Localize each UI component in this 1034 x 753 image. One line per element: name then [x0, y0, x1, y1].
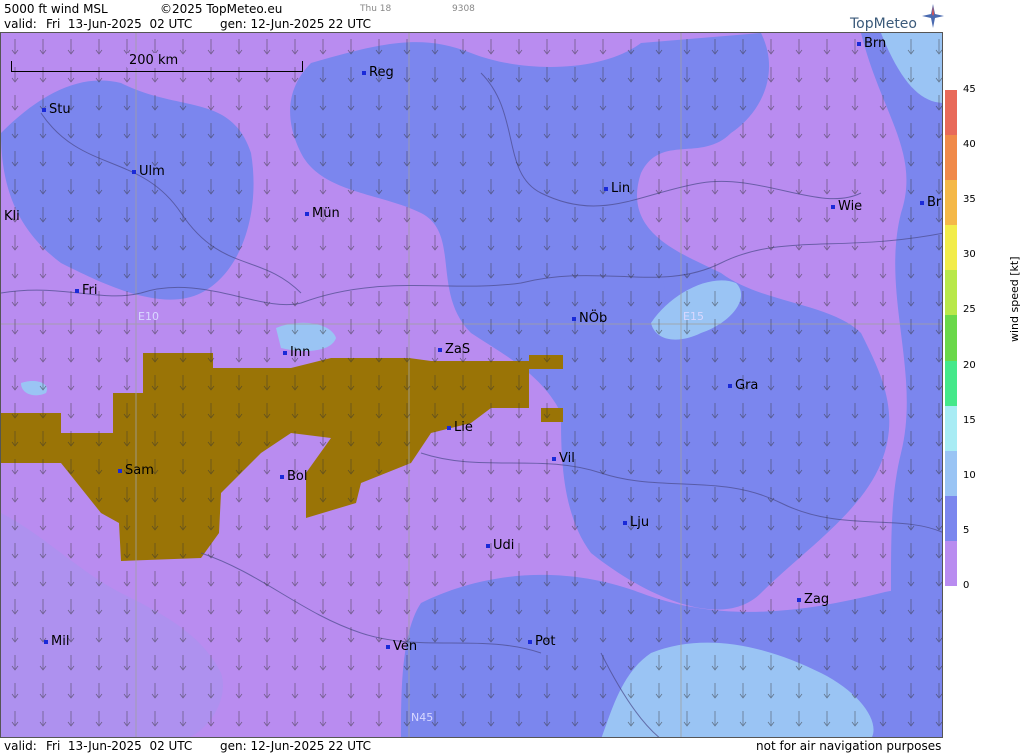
city-label: Zag [804, 592, 830, 607]
legend-color-segment [945, 90, 957, 136]
city-marker[interactable]: Fri [75, 283, 98, 298]
city-marker[interactable]: Zag [797, 592, 829, 607]
legend-tick-label: 5 [963, 524, 970, 536]
grid-label: E15 [683, 310, 704, 323]
city-marker[interactable]: Mün [305, 206, 340, 221]
legend-tick-label: 25 [963, 304, 976, 316]
city-label: Wie [838, 199, 863, 214]
wind-map[interactable]: 200 km E10 E15 N45 Brn Reg Stu Ulm Kli M… [0, 32, 943, 738]
city-marker[interactable]: Kli [4, 209, 20, 224]
grid-label: N45 [411, 711, 434, 724]
legend-tick-label: 10 [963, 469, 976, 481]
city-label: ZaS [445, 342, 471, 357]
legend-tick-label: 35 [963, 194, 976, 206]
city-label: Mil [51, 634, 70, 649]
legend-color-segment [945, 225, 957, 271]
city-marker[interactable]: Br [920, 195, 941, 210]
legend-tick-label: 30 [963, 249, 976, 261]
city-label: Fri [82, 283, 98, 298]
city-label: Stu [49, 102, 71, 117]
city-marker[interactable]: Lju [623, 515, 649, 530]
scale-label: 200 km [127, 53, 181, 68]
city-label: Inn [290, 345, 311, 360]
legend-unit: wind speed [kt] [1008, 256, 1021, 343]
city-label: NÖb [579, 311, 608, 326]
compass-icon [922, 4, 944, 28]
map-title: 5000 ft wind MSL [4, 2, 108, 16]
city-label: Reg [369, 65, 394, 80]
legend-color-segment [945, 135, 957, 181]
legend-color-segment [945, 360, 957, 407]
city-marker[interactable]: Reg [362, 65, 394, 80]
faint-text: Thu 18 [360, 4, 392, 14]
city-marker[interactable]: Sam [118, 463, 154, 478]
valid-label: valid: [4, 17, 37, 31]
city-label: Ulm [139, 164, 165, 179]
legend-color-segment [945, 540, 957, 587]
city-marker[interactable]: Ulm [132, 164, 165, 179]
footer-valid-label: valid: [4, 739, 37, 753]
city-label: Udi [493, 538, 515, 553]
city-marker[interactable]: Mil [44, 634, 69, 649]
copyright: ©2025 TopMeteo.eu [160, 2, 283, 16]
city-marker[interactable]: ZaS [438, 342, 470, 357]
brand-logo: TopMeteo [850, 16, 917, 32]
city-marker[interactable]: Udi [486, 538, 514, 553]
disclaimer: not for air navigation purposes [756, 739, 942, 753]
city-marker[interactable]: Inn [283, 345, 310, 360]
legend-color-segment [945, 180, 957, 226]
legend-tick-label: 45 [963, 84, 976, 95]
city-marker[interactable]: Wie [831, 199, 862, 214]
city-marker[interactable]: Pot [528, 634, 555, 649]
city-marker[interactable]: Lin [604, 181, 630, 196]
city-label: Bol [287, 469, 308, 484]
grid-label: E10 [138, 310, 159, 323]
city-label: Ven [393, 639, 418, 654]
legend-color-segment [945, 270, 957, 316]
wind-speed-legend [945, 90, 957, 587]
generated-time: gen: 12-Jun-2025 22 UTC [220, 17, 372, 31]
wind-field [1, 33, 942, 737]
city-marker[interactable]: Brn [857, 36, 886, 51]
city-marker[interactable]: Lie [447, 420, 473, 435]
city-label: Kli [4, 209, 20, 224]
city-label: Lie [454, 420, 473, 435]
city-marker[interactable]: Ven [386, 639, 417, 654]
city-label: Lju [630, 515, 650, 530]
city-label: Pot [535, 634, 556, 649]
valid-time: Fri 13-Jun-2025 02 UTC [46, 17, 193, 31]
legend-color-segment [945, 315, 957, 362]
footer-generated-time: gen: 12-Jun-2025 22 UTC [220, 739, 372, 753]
city-label: Br [927, 195, 942, 210]
legend-color-segment [945, 495, 957, 542]
city-marker[interactable]: NÖb [572, 311, 607, 326]
faint-text: 9308 [452, 4, 475, 14]
city-label: Lin [611, 181, 631, 196]
city-marker[interactable]: Stu [42, 102, 71, 117]
city-label: Mün [312, 206, 340, 221]
city-label: Vil [559, 451, 575, 466]
legend-color-segment [945, 405, 957, 452]
city-marker[interactable]: Gra [728, 378, 758, 393]
city-label: Gra [735, 378, 759, 393]
legend-color-segment [945, 450, 957, 497]
legend-tick-label: 40 [963, 139, 976, 151]
legend-tick-label: 0 [963, 580, 970, 591]
legend-tick-label: 15 [963, 414, 976, 426]
city-marker[interactable]: Bol [280, 469, 307, 484]
legend-tick-label: 20 [963, 359, 976, 371]
city-label: Brn [864, 36, 887, 51]
city-marker[interactable]: Vil [552, 451, 575, 466]
footer-valid-time: Fri 13-Jun-2025 02 UTC [46, 739, 193, 753]
city-label: Sam [125, 463, 154, 478]
